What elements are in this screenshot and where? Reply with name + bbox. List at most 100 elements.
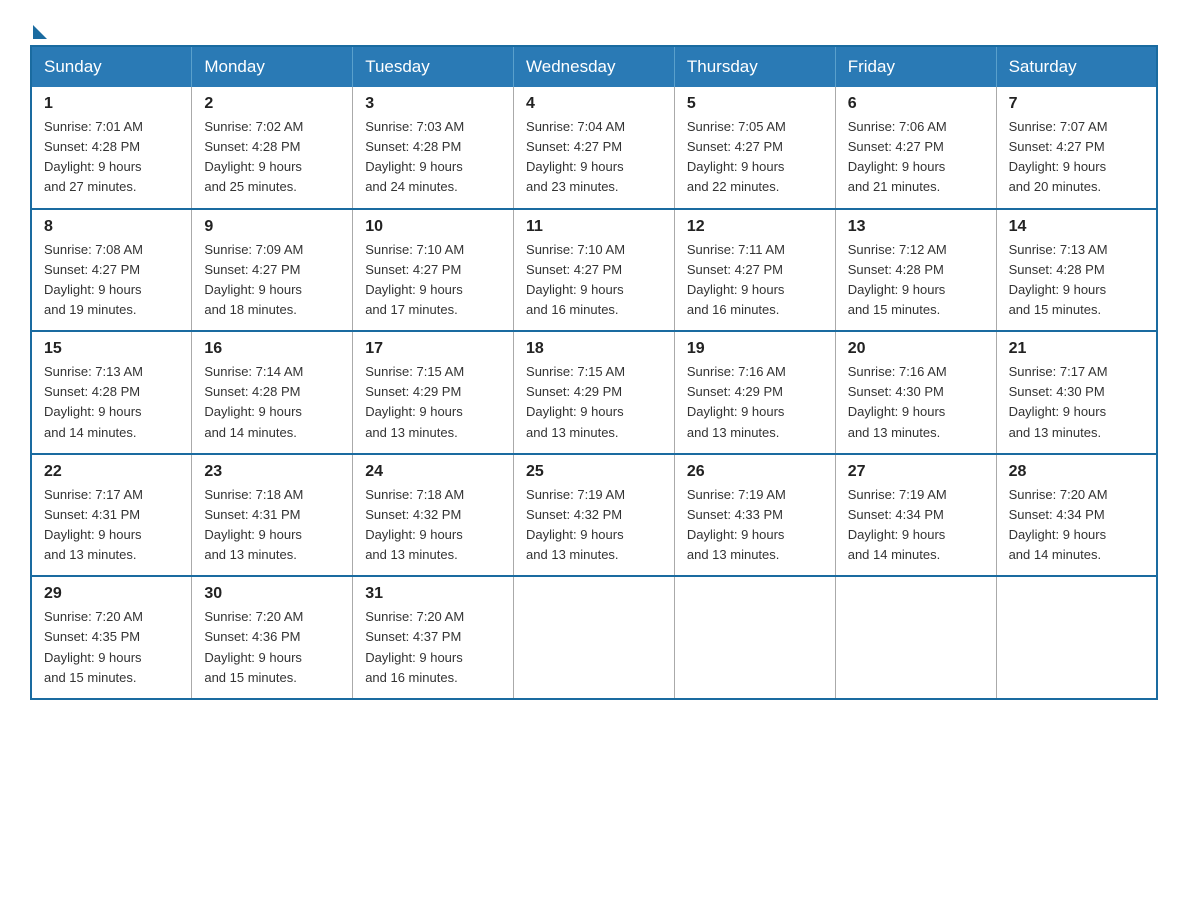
day-number: 29 bbox=[44, 585, 179, 603]
weekday-header-thursday: Thursday bbox=[674, 46, 835, 87]
empty-cell bbox=[996, 576, 1157, 699]
weekday-header-friday: Friday bbox=[835, 46, 996, 87]
day-number: 19 bbox=[687, 340, 823, 358]
day-number: 6 bbox=[848, 95, 984, 113]
day-info: Sunrise: 7:20 AMSunset: 4:34 PMDaylight:… bbox=[1009, 485, 1144, 566]
day-number: 10 bbox=[365, 218, 501, 236]
day-number: 14 bbox=[1009, 218, 1144, 236]
day-info: Sunrise: 7:05 AMSunset: 4:27 PMDaylight:… bbox=[687, 117, 823, 198]
calendar-day-8: 8 Sunrise: 7:08 AMSunset: 4:27 PMDayligh… bbox=[31, 209, 192, 332]
calendar-day-2: 2 Sunrise: 7:02 AMSunset: 4:28 PMDayligh… bbox=[192, 87, 353, 209]
weekday-header-tuesday: Tuesday bbox=[353, 46, 514, 87]
day-info: Sunrise: 7:08 AMSunset: 4:27 PMDaylight:… bbox=[44, 240, 179, 321]
calendar-week-3: 15 Sunrise: 7:13 AMSunset: 4:28 PMDaylig… bbox=[31, 331, 1157, 454]
empty-cell bbox=[674, 576, 835, 699]
day-info: Sunrise: 7:13 AMSunset: 4:28 PMDaylight:… bbox=[1009, 240, 1144, 321]
calendar-day-14: 14 Sunrise: 7:13 AMSunset: 4:28 PMDaylig… bbox=[996, 209, 1157, 332]
calendar-day-28: 28 Sunrise: 7:20 AMSunset: 4:34 PMDaylig… bbox=[996, 454, 1157, 577]
day-number: 4 bbox=[526, 95, 662, 113]
day-number: 31 bbox=[365, 585, 501, 603]
day-info: Sunrise: 7:17 AMSunset: 4:30 PMDaylight:… bbox=[1009, 362, 1144, 443]
day-number: 18 bbox=[526, 340, 662, 358]
calendar-table: SundayMondayTuesdayWednesdayThursdayFrid… bbox=[30, 45, 1158, 700]
calendar-week-4: 22 Sunrise: 7:17 AMSunset: 4:31 PMDaylig… bbox=[31, 454, 1157, 577]
calendar-day-6: 6 Sunrise: 7:06 AMSunset: 4:27 PMDayligh… bbox=[835, 87, 996, 209]
weekday-header-row: SundayMondayTuesdayWednesdayThursdayFrid… bbox=[31, 46, 1157, 87]
calendar-day-24: 24 Sunrise: 7:18 AMSunset: 4:32 PMDaylig… bbox=[353, 454, 514, 577]
day-info: Sunrise: 7:18 AMSunset: 4:31 PMDaylight:… bbox=[204, 485, 340, 566]
day-number: 25 bbox=[526, 463, 662, 481]
day-number: 8 bbox=[44, 218, 179, 236]
weekday-header-saturday: Saturday bbox=[996, 46, 1157, 87]
empty-cell bbox=[835, 576, 996, 699]
day-number: 27 bbox=[848, 463, 984, 481]
day-info: Sunrise: 7:09 AMSunset: 4:27 PMDaylight:… bbox=[204, 240, 340, 321]
weekday-header-monday: Monday bbox=[192, 46, 353, 87]
day-info: Sunrise: 7:19 AMSunset: 4:32 PMDaylight:… bbox=[526, 485, 662, 566]
day-number: 20 bbox=[848, 340, 984, 358]
calendar-day-10: 10 Sunrise: 7:10 AMSunset: 4:27 PMDaylig… bbox=[353, 209, 514, 332]
day-info: Sunrise: 7:07 AMSunset: 4:27 PMDaylight:… bbox=[1009, 117, 1144, 198]
day-number: 1 bbox=[44, 95, 179, 113]
day-info: Sunrise: 7:10 AMSunset: 4:27 PMDaylight:… bbox=[526, 240, 662, 321]
calendar-day-16: 16 Sunrise: 7:14 AMSunset: 4:28 PMDaylig… bbox=[192, 331, 353, 454]
calendar-week-1: 1 Sunrise: 7:01 AMSunset: 4:28 PMDayligh… bbox=[31, 87, 1157, 209]
calendar-day-30: 30 Sunrise: 7:20 AMSunset: 4:36 PMDaylig… bbox=[192, 576, 353, 699]
day-number: 17 bbox=[365, 340, 501, 358]
calendar-week-2: 8 Sunrise: 7:08 AMSunset: 4:27 PMDayligh… bbox=[31, 209, 1157, 332]
day-number: 11 bbox=[526, 218, 662, 236]
day-info: Sunrise: 7:16 AMSunset: 4:29 PMDaylight:… bbox=[687, 362, 823, 443]
day-info: Sunrise: 7:20 AMSunset: 4:37 PMDaylight:… bbox=[365, 607, 501, 688]
day-info: Sunrise: 7:13 AMSunset: 4:28 PMDaylight:… bbox=[44, 362, 179, 443]
calendar-day-27: 27 Sunrise: 7:19 AMSunset: 4:34 PMDaylig… bbox=[835, 454, 996, 577]
calendar-day-4: 4 Sunrise: 7:04 AMSunset: 4:27 PMDayligh… bbox=[514, 87, 675, 209]
day-info: Sunrise: 7:19 AMSunset: 4:34 PMDaylight:… bbox=[848, 485, 984, 566]
calendar-day-22: 22 Sunrise: 7:17 AMSunset: 4:31 PMDaylig… bbox=[31, 454, 192, 577]
calendar-day-15: 15 Sunrise: 7:13 AMSunset: 4:28 PMDaylig… bbox=[31, 331, 192, 454]
day-number: 12 bbox=[687, 218, 823, 236]
calendar-day-17: 17 Sunrise: 7:15 AMSunset: 4:29 PMDaylig… bbox=[353, 331, 514, 454]
day-number: 2 bbox=[204, 95, 340, 113]
day-info: Sunrise: 7:20 AMSunset: 4:36 PMDaylight:… bbox=[204, 607, 340, 688]
calendar-day-11: 11 Sunrise: 7:10 AMSunset: 4:27 PMDaylig… bbox=[514, 209, 675, 332]
empty-cell bbox=[514, 576, 675, 699]
day-number: 16 bbox=[204, 340, 340, 358]
calendar-day-31: 31 Sunrise: 7:20 AMSunset: 4:37 PMDaylig… bbox=[353, 576, 514, 699]
calendar-day-26: 26 Sunrise: 7:19 AMSunset: 4:33 PMDaylig… bbox=[674, 454, 835, 577]
day-info: Sunrise: 7:06 AMSunset: 4:27 PMDaylight:… bbox=[848, 117, 984, 198]
day-number: 21 bbox=[1009, 340, 1144, 358]
weekday-header-sunday: Sunday bbox=[31, 46, 192, 87]
day-number: 15 bbox=[44, 340, 179, 358]
calendar-day-3: 3 Sunrise: 7:03 AMSunset: 4:28 PMDayligh… bbox=[353, 87, 514, 209]
day-number: 28 bbox=[1009, 463, 1144, 481]
weekday-header-wednesday: Wednesday bbox=[514, 46, 675, 87]
day-info: Sunrise: 7:04 AMSunset: 4:27 PMDaylight:… bbox=[526, 117, 662, 198]
day-info: Sunrise: 7:10 AMSunset: 4:27 PMDaylight:… bbox=[365, 240, 501, 321]
calendar-day-19: 19 Sunrise: 7:16 AMSunset: 4:29 PMDaylig… bbox=[674, 331, 835, 454]
calendar-day-29: 29 Sunrise: 7:20 AMSunset: 4:35 PMDaylig… bbox=[31, 576, 192, 699]
calendar-day-18: 18 Sunrise: 7:15 AMSunset: 4:29 PMDaylig… bbox=[514, 331, 675, 454]
calendar-day-25: 25 Sunrise: 7:19 AMSunset: 4:32 PMDaylig… bbox=[514, 454, 675, 577]
day-info: Sunrise: 7:19 AMSunset: 4:33 PMDaylight:… bbox=[687, 485, 823, 566]
logo-arrow-icon bbox=[33, 25, 47, 39]
day-number: 23 bbox=[204, 463, 340, 481]
day-info: Sunrise: 7:02 AMSunset: 4:28 PMDaylight:… bbox=[204, 117, 340, 198]
page-header bbox=[30, 20, 1158, 35]
calendar-day-1: 1 Sunrise: 7:01 AMSunset: 4:28 PMDayligh… bbox=[31, 87, 192, 209]
calendar-day-12: 12 Sunrise: 7:11 AMSunset: 4:27 PMDaylig… bbox=[674, 209, 835, 332]
day-info: Sunrise: 7:17 AMSunset: 4:31 PMDaylight:… bbox=[44, 485, 179, 566]
calendar-day-5: 5 Sunrise: 7:05 AMSunset: 4:27 PMDayligh… bbox=[674, 87, 835, 209]
day-info: Sunrise: 7:15 AMSunset: 4:29 PMDaylight:… bbox=[365, 362, 501, 443]
day-info: Sunrise: 7:18 AMSunset: 4:32 PMDaylight:… bbox=[365, 485, 501, 566]
calendar-day-20: 20 Sunrise: 7:16 AMSunset: 4:30 PMDaylig… bbox=[835, 331, 996, 454]
calendar-day-13: 13 Sunrise: 7:12 AMSunset: 4:28 PMDaylig… bbox=[835, 209, 996, 332]
day-number: 22 bbox=[44, 463, 179, 481]
day-number: 30 bbox=[204, 585, 340, 603]
day-number: 3 bbox=[365, 95, 501, 113]
day-number: 26 bbox=[687, 463, 823, 481]
day-info: Sunrise: 7:11 AMSunset: 4:27 PMDaylight:… bbox=[687, 240, 823, 321]
day-number: 7 bbox=[1009, 95, 1144, 113]
calendar-week-5: 29 Sunrise: 7:20 AMSunset: 4:35 PMDaylig… bbox=[31, 576, 1157, 699]
calendar-day-7: 7 Sunrise: 7:07 AMSunset: 4:27 PMDayligh… bbox=[996, 87, 1157, 209]
day-info: Sunrise: 7:15 AMSunset: 4:29 PMDaylight:… bbox=[526, 362, 662, 443]
